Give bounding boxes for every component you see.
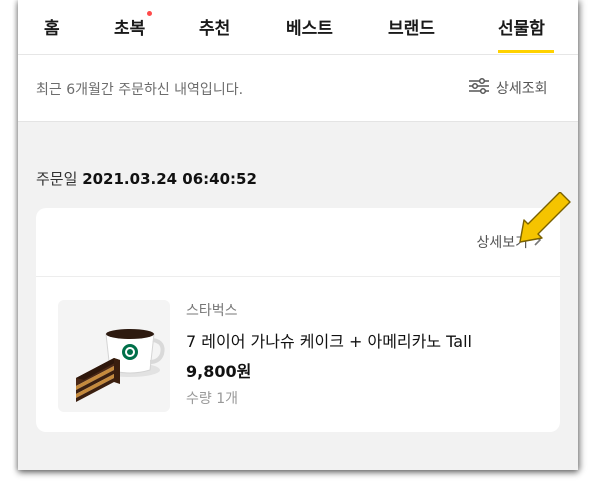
product-name[interactable]: 7 레이어 가나슈 케이크 + 아메리카노 Tall [186,328,472,352]
product-price: 9,800원 [186,362,252,381]
history-notice-text: 최근 6개월간 주문하신 내역입니다. [36,82,244,98]
order-date: 주문일 2021.03.24 06:40:52 [36,168,257,189]
sliders-icon [468,77,490,99]
product-brand: 스타벅스 [186,303,238,319]
active-tab-indicator [498,50,554,53]
detail-search-button[interactable]: 상세조회 [468,77,548,99]
tab-best[interactable]: 베스트 [286,14,333,39]
order-card-header: 상세보기 [36,208,560,277]
order-date-label: 주문일 [36,170,78,188]
tab-recommended[interactable]: 추천 [199,14,230,39]
new-dot-badge [147,11,153,16]
tab-gift-box[interactable]: 선물함 [498,14,545,39]
tab-chobok[interactable]: 초복 [114,11,153,39]
order-card: 상세보기 스타벅스 7 레이어 가나슈 케이크 + 아메리카노 Tall 9,8… [36,208,560,432]
tab-home[interactable]: 홈 [44,14,60,39]
product-quantity: 수량 1개 [186,391,238,407]
top-tab-bar: 홈 초복 추천 베스트 브랜드 선물함 [18,0,578,55]
history-notice-bar: 최근 6개월간 주문하신 내역입니다. 상세조회 [18,55,578,122]
product-image[interactable] [58,300,170,412]
gift-box-screen: 홈 초복 추천 베스트 브랜드 선물함 최근 6개월간 주문하신 내역입니다. [18,0,578,470]
tab-brand[interactable]: 브랜드 [388,14,435,39]
detail-search-label: 상세조회 [496,81,548,97]
order-date-value: 2021.03.24 06:40:52 [82,170,257,188]
product-info: 스타벅스 7 레이어 가나슈 케이크 + 아메리카노 Tall 9,800원 수… [186,300,472,408]
annotation-arrow-icon [519,192,571,243]
